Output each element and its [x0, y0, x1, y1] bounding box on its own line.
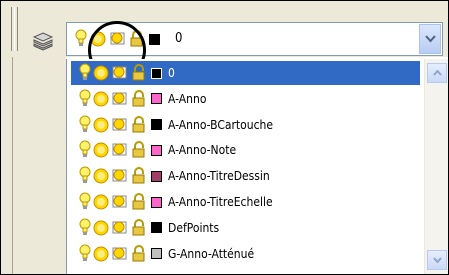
- sun-icon[interactable]: [93, 220, 109, 236]
- layer-color-swatch[interactable]: [151, 119, 162, 131]
- layer-stack-icon: [32, 32, 54, 51]
- layer-color-swatch[interactable]: [151, 170, 162, 182]
- lightbulb-icon[interactable]: [79, 244, 91, 264]
- layer-properties-manager-button[interactable]: [30, 28, 56, 54]
- viewport-freeze-icon[interactable]: [111, 219, 129, 237]
- layer-state-icons: [79, 192, 162, 212]
- lightbulb-icon[interactable]: [79, 218, 91, 238]
- viewport-freeze-icon[interactable]: [111, 90, 129, 108]
- padlock-icon[interactable]: [131, 218, 147, 237]
- sun-icon[interactable]: [93, 246, 109, 262]
- layer-state-icons: [79, 140, 162, 160]
- sun-icon[interactable]: [93, 91, 109, 107]
- chevron-down-icon: [432, 257, 442, 263]
- lightbulb-icon[interactable]: [79, 166, 91, 186]
- layer-state-icons: [79, 63, 162, 83]
- layer-state-icons: [79, 166, 162, 186]
- lightbulb-icon[interactable]: [79, 89, 91, 109]
- layer-color-swatch[interactable]: [151, 196, 162, 208]
- padlock-icon[interactable]: [131, 244, 147, 263]
- layer-name: A-Anno-Note: [168, 143, 237, 158]
- layer-name: A-Anno-TitreDessin: [168, 169, 270, 184]
- scroll-up-button[interactable]: [427, 63, 447, 83]
- toolbar-grip[interactable]: [11, 7, 12, 51]
- layer-color-swatch[interactable]: [151, 67, 162, 79]
- dropdown-button[interactable]: [419, 24, 441, 54]
- layers-toolbar: 0: [1, 1, 448, 57]
- viewport-freeze-icon[interactable]: [109, 30, 127, 48]
- lightbulb-icon[interactable]: [79, 115, 91, 135]
- toolbar-grip[interactable]: [14, 7, 15, 51]
- layer-name: A-Anno-TitreEchelle: [168, 195, 273, 209]
- current-layer-name: 0: [175, 31, 183, 46]
- layer-row[interactable]: A-Anno-Note: [71, 138, 420, 162]
- toolbar-grip[interactable]: [17, 7, 18, 51]
- vertical-scrollbar[interactable]: [424, 59, 448, 274]
- toolbar-dock-area: [1, 57, 66, 274]
- sun-icon[interactable]: [93, 168, 109, 184]
- layer-color-swatch[interactable]: [151, 222, 162, 234]
- scroll-down-button[interactable]: [427, 250, 447, 270]
- layer-name: DefPoints: [168, 220, 220, 235]
- sun-icon[interactable]: [89, 30, 107, 48]
- layer-name: A-Anno: [168, 91, 207, 106]
- viewport-freeze-icon[interactable]: [111, 116, 129, 134]
- viewport-freeze-icon[interactable]: [111, 193, 129, 211]
- sun-icon[interactable]: [93, 194, 109, 210]
- viewport-freeze-icon[interactable]: [111, 141, 129, 159]
- layer-name: 0: [168, 66, 175, 80]
- layer-state-icons: [79, 244, 162, 264]
- viewport-freeze-icon[interactable]: [111, 167, 129, 185]
- layer-state-icons: [79, 218, 162, 238]
- padlock-icon[interactable]: [131, 141, 147, 159]
- lightbulb-icon[interactable]: [79, 192, 91, 212]
- layer-color-swatch[interactable]: [151, 93, 162, 105]
- layer-row[interactable]: 0: [71, 61, 420, 85]
- dock-divider: [12, 57, 13, 274]
- layer-color-swatch[interactable]: [151, 144, 162, 156]
- padlock-icon[interactable]: [129, 30, 145, 48]
- sun-icon[interactable]: [93, 117, 109, 133]
- viewport-freeze-icon[interactable]: [111, 245, 129, 263]
- layer-toolbar-window: 0 0 A-Anno A-Anno-BCartouche A-Anno-Note A-A…: [0, 0, 449, 275]
- layer-row[interactable]: G-Anno-Atténué: [71, 242, 420, 266]
- layer-color-swatch[interactable]: [149, 33, 160, 45]
- padlock-icon[interactable]: [131, 193, 147, 211]
- viewport-freeze-icon[interactable]: [111, 64, 129, 82]
- lightbulb-icon[interactable]: [75, 29, 87, 49]
- combo-layer-state-icons: [75, 27, 160, 51]
- layer-row[interactable]: A-Anno-TitreDessin: [71, 164, 420, 188]
- layer-color-swatch[interactable]: [151, 248, 162, 260]
- lightbulb-icon[interactable]: [79, 140, 91, 160]
- padlock-icon[interactable]: [131, 115, 147, 134]
- layer-row[interactable]: A-Anno-TitreEchelle: [71, 190, 420, 214]
- layer-name: A-Anno-BCartouche: [168, 117, 274, 132]
- padlock-icon[interactable]: [131, 89, 147, 108]
- layer-control-combobox[interactable]: 0: [66, 22, 443, 56]
- padlock-icon[interactable]: [131, 64, 147, 82]
- sun-icon[interactable]: [93, 142, 109, 158]
- layer-row[interactable]: DefPoints: [71, 216, 420, 240]
- layer-row[interactable]: A-Anno-BCartouche: [71, 113, 420, 137]
- sun-icon[interactable]: [93, 65, 109, 81]
- chevron-up-icon: [432, 70, 442, 76]
- layer-state-icons: [79, 115, 162, 135]
- chevron-down-icon: [424, 35, 436, 43]
- lightbulb-icon[interactable]: [79, 63, 91, 83]
- padlock-icon[interactable]: [131, 167, 147, 185]
- layer-name: G-Anno-Atténué: [168, 246, 255, 261]
- layer-row[interactable]: A-Anno: [71, 87, 420, 111]
- layer-dropdown-list: 0 A-Anno A-Anno-BCartouche A-Anno-Note A-Ann…: [66, 59, 448, 274]
- layer-state-icons: [79, 89, 162, 109]
